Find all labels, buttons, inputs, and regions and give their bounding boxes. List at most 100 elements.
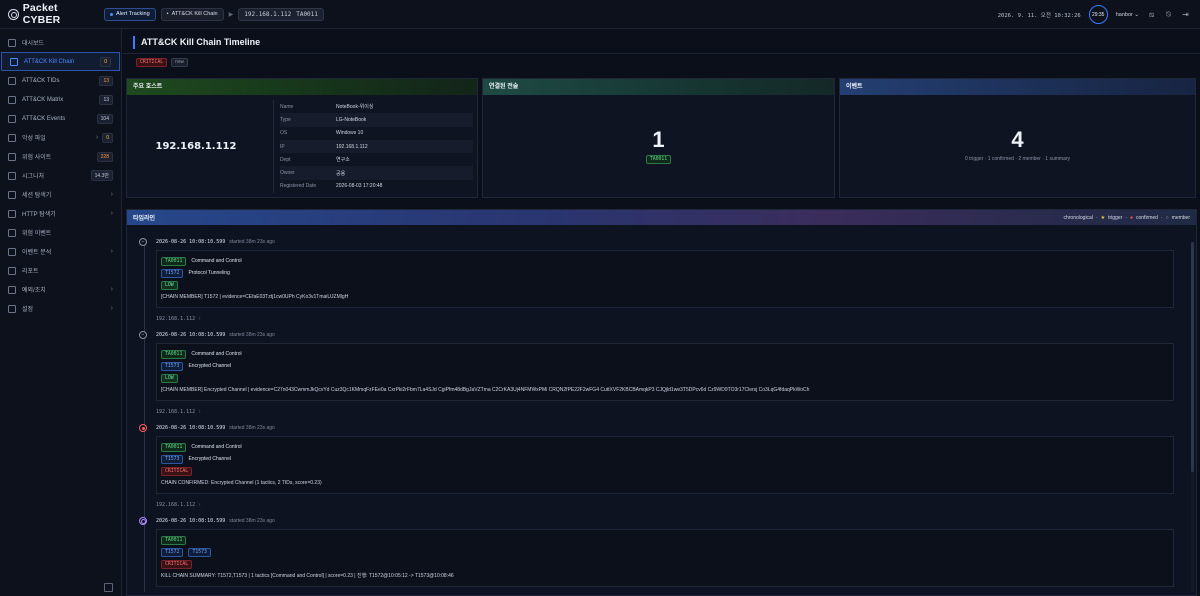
alert-dot-icon bbox=[110, 12, 113, 16]
alert-tracking-button[interactable]: Alert Tracking bbox=[104, 7, 156, 21]
event-host[interactable]: 192.168.1.112 › bbox=[156, 316, 201, 322]
event-time: 2026-08-26 10:08:10.599 started 38m 23s a… bbox=[156, 238, 275, 246]
bell-off-icon[interactable]: ⍉ bbox=[1164, 10, 1173, 19]
sidebar-collapse-icon[interactable] bbox=[104, 583, 113, 592]
event-host[interactable]: 192.168.1.112 › bbox=[156, 502, 201, 508]
sidebar-item-exceptions[interactable]: 예외/조치 › bbox=[0, 280, 121, 299]
event-ip: 192.168.1.112 bbox=[156, 409, 196, 415]
timeline-panel: 타임라인 chronological · ★ trigger · ● confi… bbox=[126, 209, 1197, 596]
summary-icon[interactable] bbox=[139, 517, 147, 525]
host-value: Windows 10 bbox=[336, 130, 364, 137]
chevron-right-icon: › bbox=[198, 316, 202, 322]
alert-icon bbox=[8, 228, 16, 237]
event-ip: 192.168.1.112 bbox=[156, 502, 196, 508]
count-badge: 0 bbox=[100, 56, 111, 67]
timeline-title: 타임라인 bbox=[133, 216, 156, 222]
timeline-scrollbar[interactable] bbox=[1191, 242, 1194, 592]
event-tactic-row: TA0011 Command and Control bbox=[161, 348, 1169, 360]
host-value: 192.168.1.112 bbox=[336, 143, 368, 150]
logo[interactable]: Packet CYBER bbox=[8, 2, 96, 26]
host-value: LG-NoteBook bbox=[336, 116, 367, 123]
host-key: Owner bbox=[280, 170, 295, 177]
tactic-badge[interactable]: TA0011 bbox=[645, 155, 672, 164]
sidebar-item-session-explorer[interactable]: 세션 탐색기 › bbox=[0, 185, 121, 204]
sidebar-item-risk-events[interactable]: 위험 이벤트 bbox=[0, 223, 121, 242]
tactics-card-title: 연결된 전술 bbox=[483, 79, 834, 95]
sidebar-item-dashboard[interactable]: 대시보드 bbox=[0, 33, 121, 52]
host-ip: 192.168.1.112 bbox=[155, 141, 237, 152]
globe-icon bbox=[8, 152, 16, 161]
sidebar-item-label: HTTP 탐색기 bbox=[22, 212, 56, 218]
sidebar-item-events[interactable]: ATT&CK Events 104 bbox=[0, 109, 121, 128]
technique-badge: T1572 bbox=[161, 268, 184, 278]
file-icon bbox=[8, 133, 16, 142]
event-host[interactable]: 192.168.1.112 › bbox=[156, 409, 201, 415]
bullet-icon: • bbox=[166, 11, 169, 17]
dot-icon: ● bbox=[1129, 214, 1133, 221]
breadcrumb-kill-chain[interactable]: • ATT&CK Kill Chain bbox=[160, 7, 224, 21]
legend-separator: · bbox=[1125, 214, 1127, 221]
session-icon bbox=[8, 190, 16, 199]
collapse-icon[interactable]: − bbox=[139, 331, 147, 339]
sidebar-item-matrix[interactable]: ATT&CK Matrix 13 bbox=[0, 90, 121, 109]
logo-text: Packet CYBER bbox=[22, 2, 61, 26]
event-card[interactable]: TA0011 Command and Control T1572 Protocol … bbox=[156, 250, 1174, 308]
event-card[interactable]: TA0011 T1572 T1573 CRITICAL KILL CHAIN SU… bbox=[156, 529, 1174, 587]
host-row: Type LG-NoteBook bbox=[280, 113, 473, 127]
event-severity-row: CRITICAL bbox=[161, 465, 1169, 477]
confirmed-dot-icon[interactable] bbox=[139, 424, 147, 432]
gear-icon bbox=[8, 304, 16, 313]
host-key: Dept bbox=[280, 156, 291, 163]
user-name: hanbor bbox=[1115, 11, 1133, 18]
chevron-right-icon: › bbox=[110, 286, 113, 293]
technique-badge: T1573 bbox=[188, 547, 211, 557]
event-technique-row: T1573 Encrypted Channel bbox=[161, 360, 1169, 372]
event-card[interactable]: TA0011 Command and Control T1573 Encrypted… bbox=[156, 436, 1174, 494]
technique-badge: T1572 bbox=[161, 547, 184, 557]
dashboard-icon bbox=[8, 38, 16, 47]
event-time: 2026-08-26 10:08:10.599 started 38m 23s a… bbox=[156, 424, 275, 432]
severity-badge: LOW bbox=[161, 280, 178, 290]
http-icon bbox=[8, 209, 16, 218]
event-tactic-row: TA0011 Command and Control bbox=[161, 441, 1169, 453]
alert-tracking-label: Alert Tracking bbox=[116, 11, 150, 17]
scrollbar-thumb[interactable] bbox=[1191, 242, 1194, 472]
chevron-right-icon: › bbox=[110, 191, 113, 198]
count-badge: 228 bbox=[96, 151, 113, 162]
user-menu[interactable]: hanbor ⌄ bbox=[1116, 12, 1139, 18]
sidebar-item-report[interactable]: 리포트 bbox=[0, 261, 121, 280]
star-icon: ★ bbox=[1100, 214, 1106, 221]
sidebar-item-label: ATT&CK Kill Chain bbox=[24, 58, 75, 65]
sidebar-item-signatures[interactable]: 시그니처 14.3만 bbox=[0, 166, 121, 185]
sidebar-item-http-explorer[interactable]: HTTP 탐색기 › bbox=[0, 204, 121, 223]
host-row: Dept 연구소 bbox=[280, 153, 473, 166]
sidebar-item-settings[interactable]: 설정 › bbox=[0, 299, 121, 318]
sidebar-item-tids[interactable]: ATT&CK TIDs 13 bbox=[0, 71, 121, 90]
host-row: IP 192.168.1.112 bbox=[280, 139, 473, 154]
host-key: Type bbox=[280, 116, 291, 123]
signature-icon bbox=[8, 171, 16, 180]
event-severity-row: LOW bbox=[161, 279, 1169, 291]
tactics-card: 연결된 전술 1 TA0011 bbox=[482, 78, 835, 198]
severity-badge: CRITICAL bbox=[136, 58, 168, 67]
sidebar-item-label: 리포트 bbox=[22, 269, 39, 275]
event-elapsed: started 38m 23s ago bbox=[229, 518, 275, 524]
session-timer[interactable]: 29:35 bbox=[1088, 5, 1108, 24]
chevron-right-icon: › bbox=[110, 210, 113, 217]
event-card[interactable]: TA0011 Command and Control T1573 Encrypted… bbox=[156, 343, 1174, 401]
chevron-right-icon: › bbox=[110, 248, 113, 255]
breadcrumb-host[interactable]: 192.168.1.112 TA0011 bbox=[238, 7, 324, 21]
sidebar-item-kill-chain[interactable]: ATT&CK Kill Chain 0 bbox=[1, 52, 120, 71]
sidebar-item-malware[interactable]: 악성 파일 › 0 bbox=[0, 128, 121, 147]
tactic-badge: TA0011 bbox=[161, 535, 187, 545]
screen-off-icon[interactable]: ⧅ bbox=[1147, 10, 1156, 19]
sidebar-item-event-analysis[interactable]: 이벤트 분석 › bbox=[0, 242, 121, 261]
top-bar: Packet CYBER Alert Tracking • ATT&CK Kil… bbox=[0, 0, 1200, 29]
collapse-icon[interactable]: − bbox=[139, 238, 147, 246]
event-severity-row: LOW bbox=[161, 372, 1169, 384]
page-title: ATT&CK Kill Chain Timeline bbox=[133, 36, 260, 49]
count-badge: 14.3만 bbox=[90, 170, 113, 181]
tactic-badge: TA0011 bbox=[161, 442, 187, 452]
logout-icon[interactable]: ⇥ bbox=[1181, 10, 1190, 19]
sidebar-item-risk-sites[interactable]: 위험 사이트 228 bbox=[0, 147, 121, 166]
